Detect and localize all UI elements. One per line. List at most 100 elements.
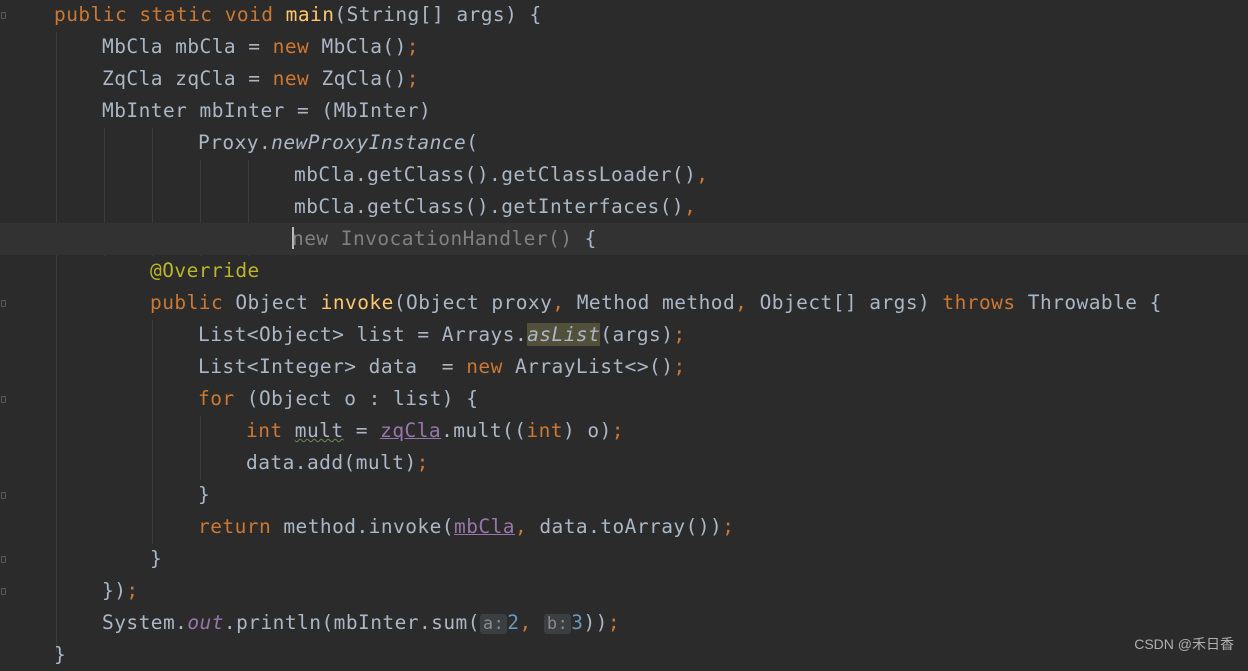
code-text: }) — [102, 579, 127, 602]
code-text: )) — [583, 611, 608, 634]
code-text: data.toArray()) — [539, 515, 723, 538]
semicolon: ; — [673, 355, 686, 378]
static-method: asList — [527, 323, 601, 346]
code-text: ZqCla zqCla = — [102, 67, 273, 90]
semicolon: ; — [406, 67, 419, 90]
code-line[interactable]: List<Integer> data = new ArrayList<>(); — [0, 351, 686, 383]
code-line[interactable]: } — [0, 543, 162, 575]
variable: mult — [294, 419, 344, 442]
code-text: Proxy. — [198, 131, 272, 154]
code-line[interactable]: for (Object o : list) { — [0, 383, 478, 415]
code-line[interactable]: } — [0, 479, 210, 511]
parameter-hint: a: — [479, 614, 508, 634]
code-line[interactable]: Proxy.newProxyInstance( — [0, 127, 478, 159]
code-line[interactable]: return method.invoke(mbCla, data.toArray… — [0, 511, 734, 543]
code-text: Method method — [576, 291, 736, 314]
code-line[interactable]: System.out.println(mbInter.sum(a: 2, b: 3)… — [0, 607, 620, 639]
captured-variable: mbCla — [454, 515, 515, 538]
code-text: mbCla.getClass().getClassLoader() — [294, 163, 697, 186]
code-text: MbCla mbCla = — [102, 35, 273, 58]
code-text: mbCla.getClass().getInterfaces() — [294, 195, 685, 218]
keyword: static — [139, 3, 213, 26]
code-text: data.add(mult) — [246, 451, 417, 474]
code-line[interactable]: MbInter mbInter = (MbInter) — [0, 95, 431, 127]
keyword: void — [224, 3, 274, 26]
code-line[interactable]: List<Object> list = Arrays.asList(args); — [0, 319, 686, 351]
code-line[interactable]: ZqCla zqCla = new ZqCla(); — [0, 63, 419, 95]
code-text: } — [54, 643, 67, 666]
code-line[interactable]: } — [0, 639, 66, 671]
code-text: Object[] args) — [759, 291, 943, 314]
code-text: ) o) — [563, 419, 612, 442]
keyword: new — [292, 227, 329, 250]
code-text: Throwable { — [1015, 291, 1162, 314]
static-method: newProxyInstance — [271, 131, 467, 154]
method-name: invoke — [320, 291, 394, 314]
code-line[interactable]: data.add(mult); — [0, 447, 429, 479]
keyword: new — [272, 35, 310, 58]
keyword: new — [466, 355, 503, 378]
number-literal: 3 — [571, 611, 584, 634]
code-line-current[interactable]: new InvocationHandler() { — [0, 223, 1248, 255]
code-text: System. — [102, 611, 188, 634]
code-editor[interactable]: public static void main(String[] args) {… — [0, 0, 1248, 666]
code-text: .println(mbInter.sum( — [223, 611, 480, 634]
code-text: ArrayList<>() — [502, 355, 674, 378]
code-text: MbCla() — [309, 35, 407, 58]
comma: , — [684, 195, 697, 218]
code-text: List<Object> list = Arrays. — [198, 323, 528, 346]
code-text: = — [343, 419, 381, 442]
code-line[interactable]: mbCla.getClass().getClassLoader(), — [0, 159, 708, 191]
comma: , — [552, 291, 577, 314]
code-line[interactable]: }); — [0, 575, 139, 607]
code-line[interactable]: public Object invoke(Object proxy, Metho… — [0, 287, 1162, 319]
code-line[interactable]: public static void main(String[] args) { — [0, 0, 542, 31]
code-text: } — [150, 547, 163, 570]
code-text: ( — [466, 131, 479, 154]
comma: , — [696, 163, 709, 186]
keyword: public — [54, 3, 128, 26]
semicolon: ; — [607, 611, 621, 634]
keyword: int — [246, 419, 283, 442]
code-line[interactable]: MbCla mbCla = new MbCla(); — [0, 31, 419, 63]
code-text: { — [572, 227, 597, 250]
semicolon: ; — [416, 451, 429, 474]
semicolon: ; — [611, 419, 624, 442]
keyword: for — [198, 387, 235, 410]
code-text: InvocationHandler() — [328, 227, 573, 250]
semicolon: ; — [126, 579, 139, 602]
code-text: MbInter mbInter = (MbInter) — [102, 99, 432, 122]
captured-variable: zqCla — [380, 419, 442, 442]
comma: , — [519, 611, 532, 634]
semicolon: ; — [722, 515, 735, 538]
method-name: main — [285, 3, 335, 26]
code-text: (Object o : list) { — [234, 387, 479, 410]
keyword: throws — [942, 291, 1016, 314]
keyword: int — [526, 419, 563, 442]
code-text: (args) — [600, 323, 674, 346]
static-field: out — [187, 611, 224, 634]
parameter-hint: b: — [543, 614, 572, 634]
semicolon: ; — [406, 35, 419, 58]
code-text: ZqCla() — [309, 67, 407, 90]
code-text: method.invoke( — [271, 515, 454, 538]
code-line[interactable]: mbCla.getClass().getInterfaces(), — [0, 191, 696, 223]
code-text: Object — [223, 291, 321, 314]
number-literal: 2 — [507, 611, 520, 634]
annotation: @Override — [150, 259, 260, 282]
comma: , — [735, 291, 760, 314]
code-text: } — [198, 483, 211, 506]
code-text: (Object proxy — [393, 291, 553, 314]
watermark: CSDN @禾日香 — [1134, 636, 1234, 652]
code-text: List<Integer> data = — [198, 355, 467, 378]
code-text: .mult(( — [441, 419, 527, 442]
keyword: public — [150, 291, 224, 314]
comma: , — [514, 515, 540, 538]
code-text: (String[] args) { — [334, 3, 542, 26]
semicolon: ; — [673, 323, 686, 346]
keyword: return — [198, 515, 272, 538]
keyword: new — [272, 67, 310, 90]
code-line[interactable]: int mult = zqCla.mult((int) o); — [0, 415, 624, 447]
code-line[interactable]: @Override — [0, 255, 260, 287]
